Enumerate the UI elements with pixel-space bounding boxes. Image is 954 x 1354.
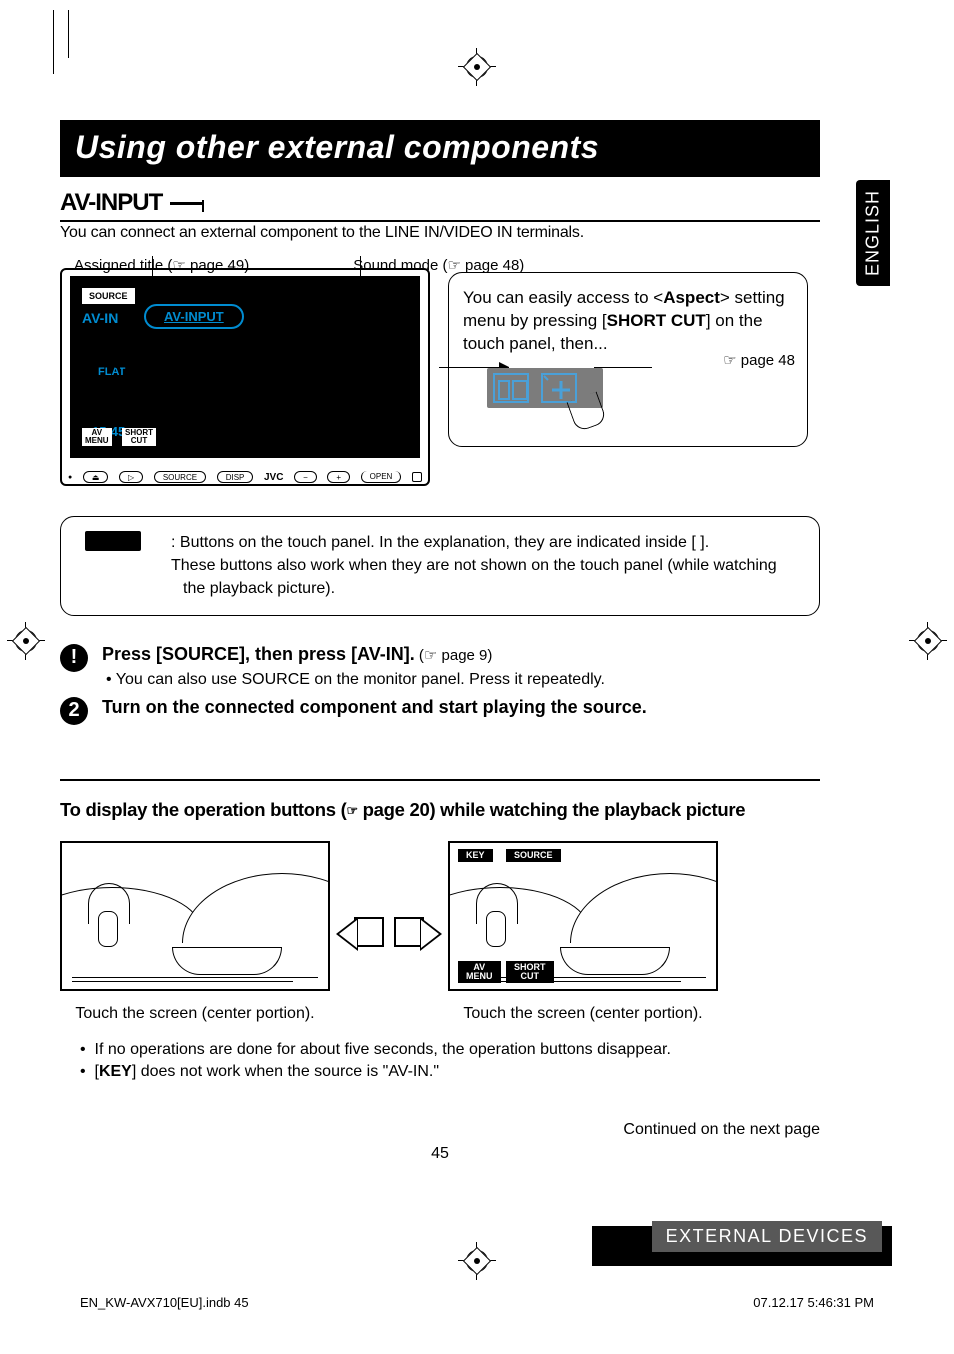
print-footer: EN_KW-AVX710[EU].indb 45 07.12.17 5:46:3… [80, 1295, 874, 1310]
registration-mark-bottom [466, 1250, 488, 1272]
device-illustration: SOURCE AV-IN AV-INPUT FLAT 15:45 AV MENU… [60, 268, 430, 488]
heading-rule [60, 220, 820, 222]
touch-button-short-cut[interactable]: SHORT CUT [122, 428, 156, 446]
heading-text: AV-INPUT [60, 189, 162, 217]
touch-button-av-menu[interactable]: AV MENU [82, 428, 112, 446]
caption-left: Touch the screen (center portion). [75, 1005, 314, 1023]
hw-eject-icon: ⏏ [83, 471, 109, 483]
touch-button-short-cut[interactable]: SHORT CUT [506, 961, 554, 983]
callout-text: You can easily access to <Aspect> settin… [463, 288, 785, 353]
hw-source-button[interactable]: SOURCE [154, 471, 206, 483]
page-title-bar: Using other external components [60, 120, 820, 177]
page-number: 45 [60, 1145, 820, 1163]
crop-line [53, 10, 54, 74]
hw-minus-button[interactable]: − [294, 471, 317, 483]
registration-mark-left [15, 630, 37, 652]
section-footer: EXTERNAL DEVICES [592, 1216, 892, 1266]
black-swatch-icon [85, 531, 141, 551]
hw-open-button[interactable]: OPEN [361, 471, 402, 483]
aspect-callout: You can easily access to <Aspect> settin… [448, 272, 808, 447]
caption-right: Touch the screen (center portion). [463, 1005, 702, 1023]
step-number-icon: ! [60, 644, 88, 672]
brand-logo: JVC [264, 472, 283, 483]
boat-icon [560, 947, 670, 975]
boat-icon [172, 947, 282, 975]
screen-label-avinput: AV-INPUT [144, 304, 244, 329]
hw-plus-button[interactable]: + [327, 471, 350, 483]
section-divider [60, 779, 820, 781]
registration-mark-right [917, 630, 939, 652]
playback-subtitle: To display the operation buttons (☞ page… [60, 799, 820, 821]
note-line-2: These buttons also work when they are no… [183, 554, 801, 600]
note-item: • If no operations are done for about fi… [80, 1041, 820, 1059]
playback-illustration-row: Touch the screen (center portion). KEY S… [60, 841, 820, 1023]
step-1-sub: • You can also use SOURCE on the monitor… [120, 671, 605, 689]
registration-mark-top [466, 56, 488, 78]
section-heading-av-input: AV-INPUT [60, 189, 820, 217]
step-2-title: Turn on the connected component and star… [102, 697, 647, 717]
zoom-icon [541, 373, 577, 403]
hw-sensor-icon [412, 472, 422, 482]
continued-text: Continued on the next page [60, 1121, 820, 1139]
callout-mini-illustration [463, 368, 793, 428]
touch-button-source[interactable]: SOURCE [506, 849, 561, 862]
note-line-1: : Buttons on the touch panel. In the exp… [183, 531, 801, 554]
device-physical-controls: ● ⏏ ▷ SOURCE DISP JVC − + OPEN [60, 466, 430, 488]
touch-button-source[interactable]: SOURCE [82, 288, 135, 304]
step-1-ref: (☞ page 9) [415, 647, 493, 664]
steps-list: ! Press [SOURCE], then press [AV-IN]. (☞… [60, 644, 820, 725]
step-2: 2 Turn on the connected component and st… [60, 697, 820, 725]
page-content: Using other external components AV-INPUT… [60, 120, 820, 1163]
touch-button-av-menu[interactable]: AV MENU [458, 961, 501, 983]
footer-datetime: 07.12.17 5:46:31 PM [753, 1295, 874, 1310]
crop-line [68, 10, 69, 58]
hw-disp-button[interactable]: DISP [217, 471, 254, 483]
aspect-ratio-icon [493, 373, 529, 403]
heading-connector-icon [170, 202, 204, 205]
touch-button-key[interactable]: KEY [458, 849, 493, 862]
person-icon [480, 891, 510, 961]
step-1: ! Press [SOURCE], then press [AV-IN]. (☞… [60, 644, 820, 689]
footer-filename: EN_KW-AVX710[EU].indb 45 [80, 1295, 249, 1310]
intro-text: You can connect an external component to… [60, 224, 820, 242]
pointer-icon: ☞ [346, 803, 357, 819]
notes-list: • If no operations are done for about fi… [60, 1041, 820, 1081]
step-number-icon: 2 [60, 697, 88, 725]
section-label: EXTERNAL DEVICES [652, 1221, 882, 1252]
language-tab: ENGLISH [856, 180, 890, 286]
step-1-title: Press [SOURCE], then press [AV-IN]. [102, 644, 415, 664]
playback-screen-before [60, 841, 330, 991]
person-icon [92, 891, 122, 961]
touch-button-note: : Buttons on the touch panel. In the exp… [60, 516, 820, 616]
note-item: • [KEY] does not work when the source is… [80, 1063, 820, 1081]
switch-arrows-icon [354, 904, 424, 960]
screen-label-avin: AV-IN [82, 310, 118, 326]
playback-screen-after: KEY SOURCE AV MENU SHORT CUT [448, 841, 718, 991]
hw-play-icon: ▷ [119, 471, 143, 483]
